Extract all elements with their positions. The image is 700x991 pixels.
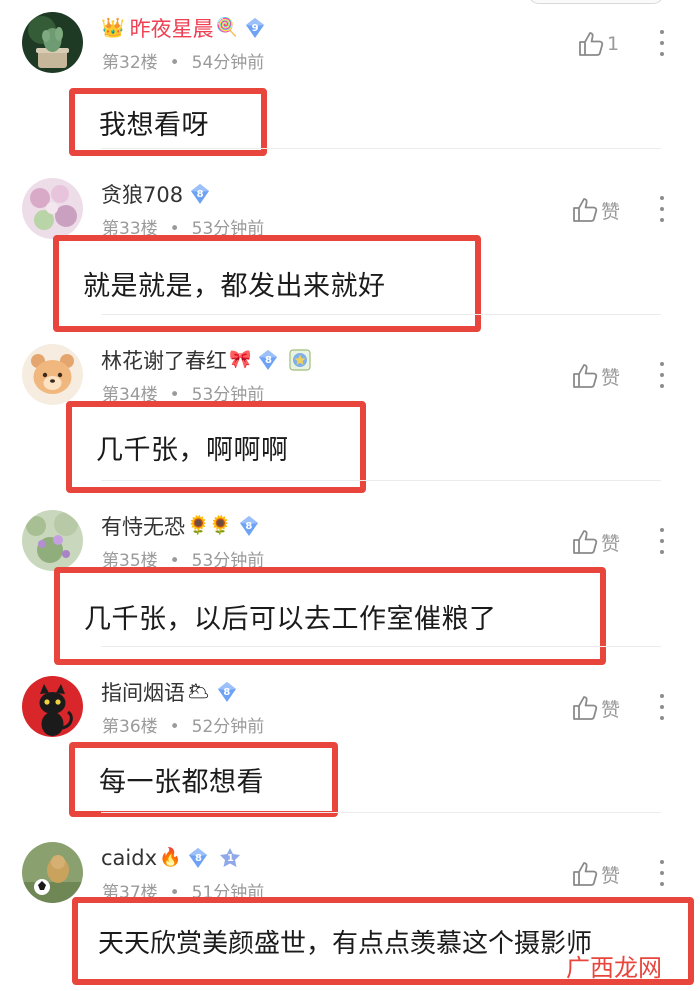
avatar[interactable]	[22, 842, 83, 903]
avatar[interactable]	[22, 12, 83, 73]
like-label: 赞	[601, 200, 621, 223]
name-row: 指间烟语 🌥 8	[101, 677, 238, 707]
like-button[interactable]: 赞	[571, 693, 620, 723]
comment-meta: 第32楼 • 54分钟前	[102, 48, 264, 73]
username[interactable]: 贪狼708	[101, 179, 183, 209]
name-row: 林花谢了春红 🎀 8	[101, 345, 312, 375]
comment-list-screen: 👑 昨夜星晨 🍭 9 第32楼 • 54分钟前 1 我想看呀 贪狼708 8 第…	[0, 0, 700, 991]
username[interactable]: 林花谢了春红	[101, 345, 227, 375]
floor-number: 第36楼	[102, 717, 158, 737]
like-count: 1	[607, 33, 620, 55]
comment-meta: 第36楼 • 52分钟前	[102, 712, 264, 737]
more-options-icon[interactable]	[654, 528, 670, 554]
thumbs-up-icon	[573, 530, 598, 554]
highlighted-comment-box: 每一张都想看	[69, 742, 338, 817]
level-badge-icon: 8	[238, 515, 260, 537]
avatar[interactable]	[22, 676, 83, 737]
level-badge-icon: 8	[257, 349, 279, 371]
comment-text: 每一张都想看	[99, 767, 264, 798]
level-badge-icon: 8	[187, 847, 209, 869]
like-button[interactable]: 赞	[571, 859, 620, 889]
rank-badge-icon: 1	[219, 847, 241, 869]
username[interactable]: 有恃无恐	[101, 511, 185, 541]
name-row: 贪狼708 8	[101, 179, 211, 209]
meta-separator: •	[169, 53, 180, 73]
comment-time: 54分钟前	[191, 53, 265, 73]
like-button[interactable]: 赞	[571, 361, 620, 391]
more-options-icon[interactable]	[654, 694, 670, 720]
name-emoji: 🎀	[229, 349, 252, 370]
name-emoji: 🔥	[159, 847, 182, 868]
comment-time: 52分钟前	[191, 717, 265, 737]
avatar[interactable]	[22, 344, 83, 405]
vip-crown-icon: 👑	[101, 16, 125, 39]
highlighted-comment-box: 就是就是，都发出来就好	[53, 235, 481, 332]
divider	[101, 480, 661, 481]
thumbs-up-icon	[573, 696, 598, 720]
thumbs-up-icon	[573, 862, 598, 886]
comment-text: 就是就是，都发出来就好	[83, 271, 386, 302]
star-badge-icon	[289, 349, 312, 371]
floor-number: 第32楼	[102, 53, 158, 73]
username[interactable]: 指间烟语	[101, 677, 185, 707]
meta-separator: •	[169, 717, 180, 737]
highlighted-comment-box: 我想看呀	[69, 88, 267, 156]
level-badge-icon: 9	[244, 17, 266, 39]
avatar[interactable]	[22, 178, 83, 239]
like-label: 赞	[601, 698, 621, 721]
more-options-icon[interactable]	[654, 196, 670, 222]
more-options-icon[interactable]	[654, 30, 670, 56]
more-options-icon[interactable]	[654, 362, 670, 388]
comment-text: 我想看呀	[99, 109, 209, 141]
thumbs-up-icon	[573, 198, 598, 222]
divider	[101, 314, 661, 315]
like-label: 赞	[601, 864, 621, 887]
name-row: 👑 昨夜星晨 🍭 9	[101, 13, 266, 43]
avatar[interactable]	[22, 510, 83, 571]
thumbs-up-icon	[579, 32, 604, 56]
like-label: 赞	[601, 532, 621, 555]
name-row: caidx 🔥 8 1	[101, 843, 241, 873]
comment-text: 天天欣赏美颜盛世，有点点羡慕这个摄影师	[98, 928, 593, 959]
like-button[interactable]: 赞	[571, 195, 620, 225]
username[interactable]: caidx	[101, 846, 157, 870]
like-label: 赞	[601, 366, 621, 389]
name-emoji: 🍭	[215, 17, 239, 38]
like-button[interactable]: 赞	[571, 527, 620, 557]
highlighted-comment-box: 几千张，以后可以去工作室催粮了	[54, 567, 606, 665]
watermark: 广西龙网	[566, 954, 662, 982]
more-options-icon[interactable]	[654, 860, 670, 886]
comment-text: 几千张，以后可以去工作室催粮了	[84, 603, 497, 635]
level-badge-icon: 8	[189, 183, 211, 205]
divider	[101, 148, 661, 149]
divider	[101, 646, 661, 647]
level-badge-icon: 8	[216, 681, 238, 703]
name-row: 有恃无恐 🌻🌻 8	[101, 511, 260, 541]
top-control-edge[interactable]	[528, 0, 664, 4]
name-emoji: 🌥	[187, 681, 210, 702]
name-emoji: 🌻🌻	[187, 515, 232, 536]
comment-text: 几千张，啊啊啊	[96, 434, 289, 466]
thumbs-up-icon	[573, 364, 598, 388]
divider	[101, 812, 661, 813]
username[interactable]: 昨夜星晨	[130, 13, 214, 43]
like-button[interactable]: 1	[577, 29, 619, 59]
